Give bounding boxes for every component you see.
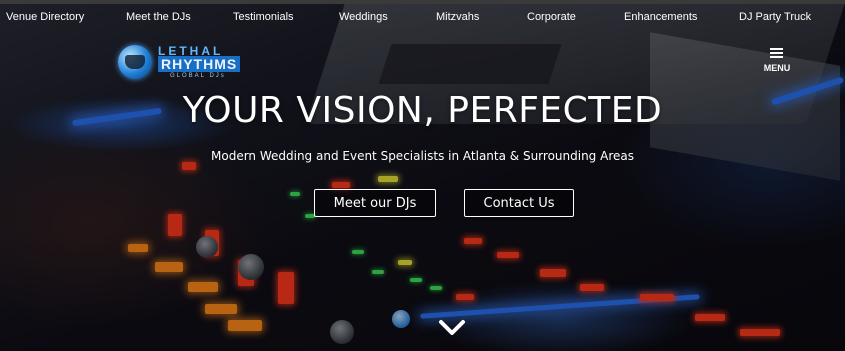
site-logo[interactable]: LETHAL RHYTHMS GLOBAL DJs <box>118 43 258 81</box>
hamburger-icon <box>770 48 783 58</box>
menu-label: MENU <box>763 63 791 73</box>
nav-item-corporate[interactable]: Corporate <box>527 11 576 23</box>
nav-item-meet-the-djs[interactable]: Meet the DJs <box>126 11 191 23</box>
nav-item-dj-party-truck[interactable]: DJ Party Truck <box>739 11 811 23</box>
nav-item-enhancements[interactable]: Enhancements <box>624 11 697 23</box>
globe-icon <box>118 45 152 79</box>
logo-line-3: GLOBAL DJs <box>170 73 226 79</box>
logo-line-2: RHYTHMS <box>158 56 241 72</box>
nav-item-venue-directory[interactable]: Venue Directory <box>6 11 84 23</box>
top-navigation: Venue Directory Meet the DJs Testimonial… <box>0 8 845 26</box>
nav-item-weddings[interactable]: Weddings <box>339 11 388 23</box>
nav-item-mitzvahs[interactable]: Mitzvahs <box>436 11 479 23</box>
hero-headline: YOUR VISION, PERFECTED <box>182 90 663 131</box>
meet-our-djs-button[interactable]: Meet our DJs <box>314 189 436 217</box>
menu-button[interactable]: MENU <box>757 47 797 79</box>
nav-item-testimonials[interactable]: Testimonials <box>233 11 294 23</box>
chevron-down-icon[interactable] <box>438 318 466 338</box>
contact-us-button[interactable]: Contact Us <box>464 189 574 217</box>
hero-subheadline: Modern Wedding and Event Specialists in … <box>211 149 634 163</box>
